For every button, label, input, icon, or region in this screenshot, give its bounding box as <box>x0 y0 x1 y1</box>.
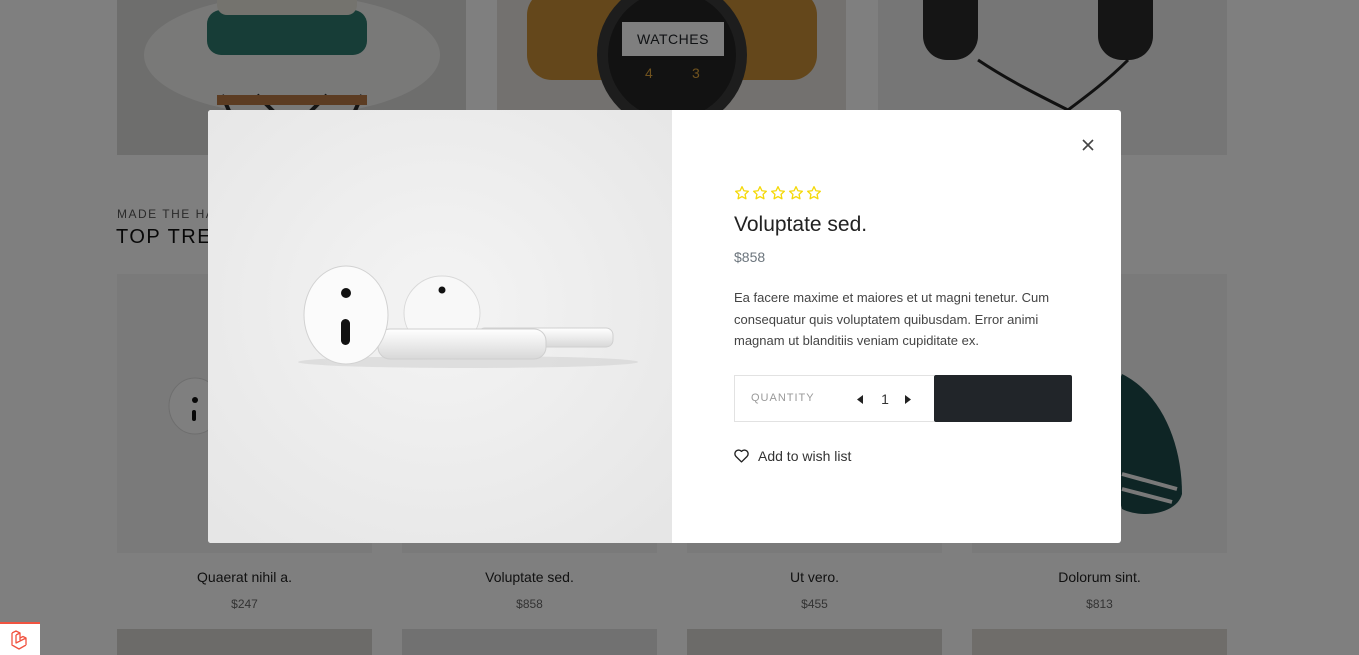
close-button[interactable] <box>1077 134 1099 156</box>
caret-left-icon <box>857 394 863 404</box>
rating-stars <box>734 185 822 201</box>
close-icon <box>1082 139 1094 151</box>
quantity-increment-button[interactable] <box>901 391 915 407</box>
star-outline-icon <box>807 186 821 200</box>
modal-product-image <box>208 110 672 543</box>
debugbar-toggle[interactable] <box>0 622 40 655</box>
quantity-input[interactable] <box>875 390 895 408</box>
add-to-wishlist-link[interactable]: Add to wish list <box>734 448 851 464</box>
modal-details: Voluptate sed. $858 Ea facere maxime et … <box>672 110 1121 543</box>
quick-view-modal: Voluptate sed. $858 Ea facere maxime et … <box>208 110 1121 543</box>
wishlist-label: Add to wish list <box>758 448 852 464</box>
product-title: Voluptate sed. <box>734 213 868 236</box>
product-price: $858 <box>734 249 766 265</box>
product-description: Ea facere maxime et maiores et ut magni … <box>734 290 1050 348</box>
heart-outline-icon <box>734 449 749 463</box>
laravel-logo-icon <box>11 629 27 650</box>
airpods-image <box>208 110 672 543</box>
quantity-label: QUANTITY <box>751 392 815 404</box>
quantity-stepper: QUANTITY <box>734 375 934 422</box>
star-outline-icon <box>735 186 749 200</box>
caret-right-icon <box>905 394 911 404</box>
star-outline-icon <box>753 186 767 200</box>
star-outline-icon <box>789 186 803 200</box>
star-outline-icon <box>771 186 785 200</box>
quantity-decrement-button[interactable] <box>853 391 867 407</box>
add-to-cart-button[interactable] <box>934 375 1072 422</box>
